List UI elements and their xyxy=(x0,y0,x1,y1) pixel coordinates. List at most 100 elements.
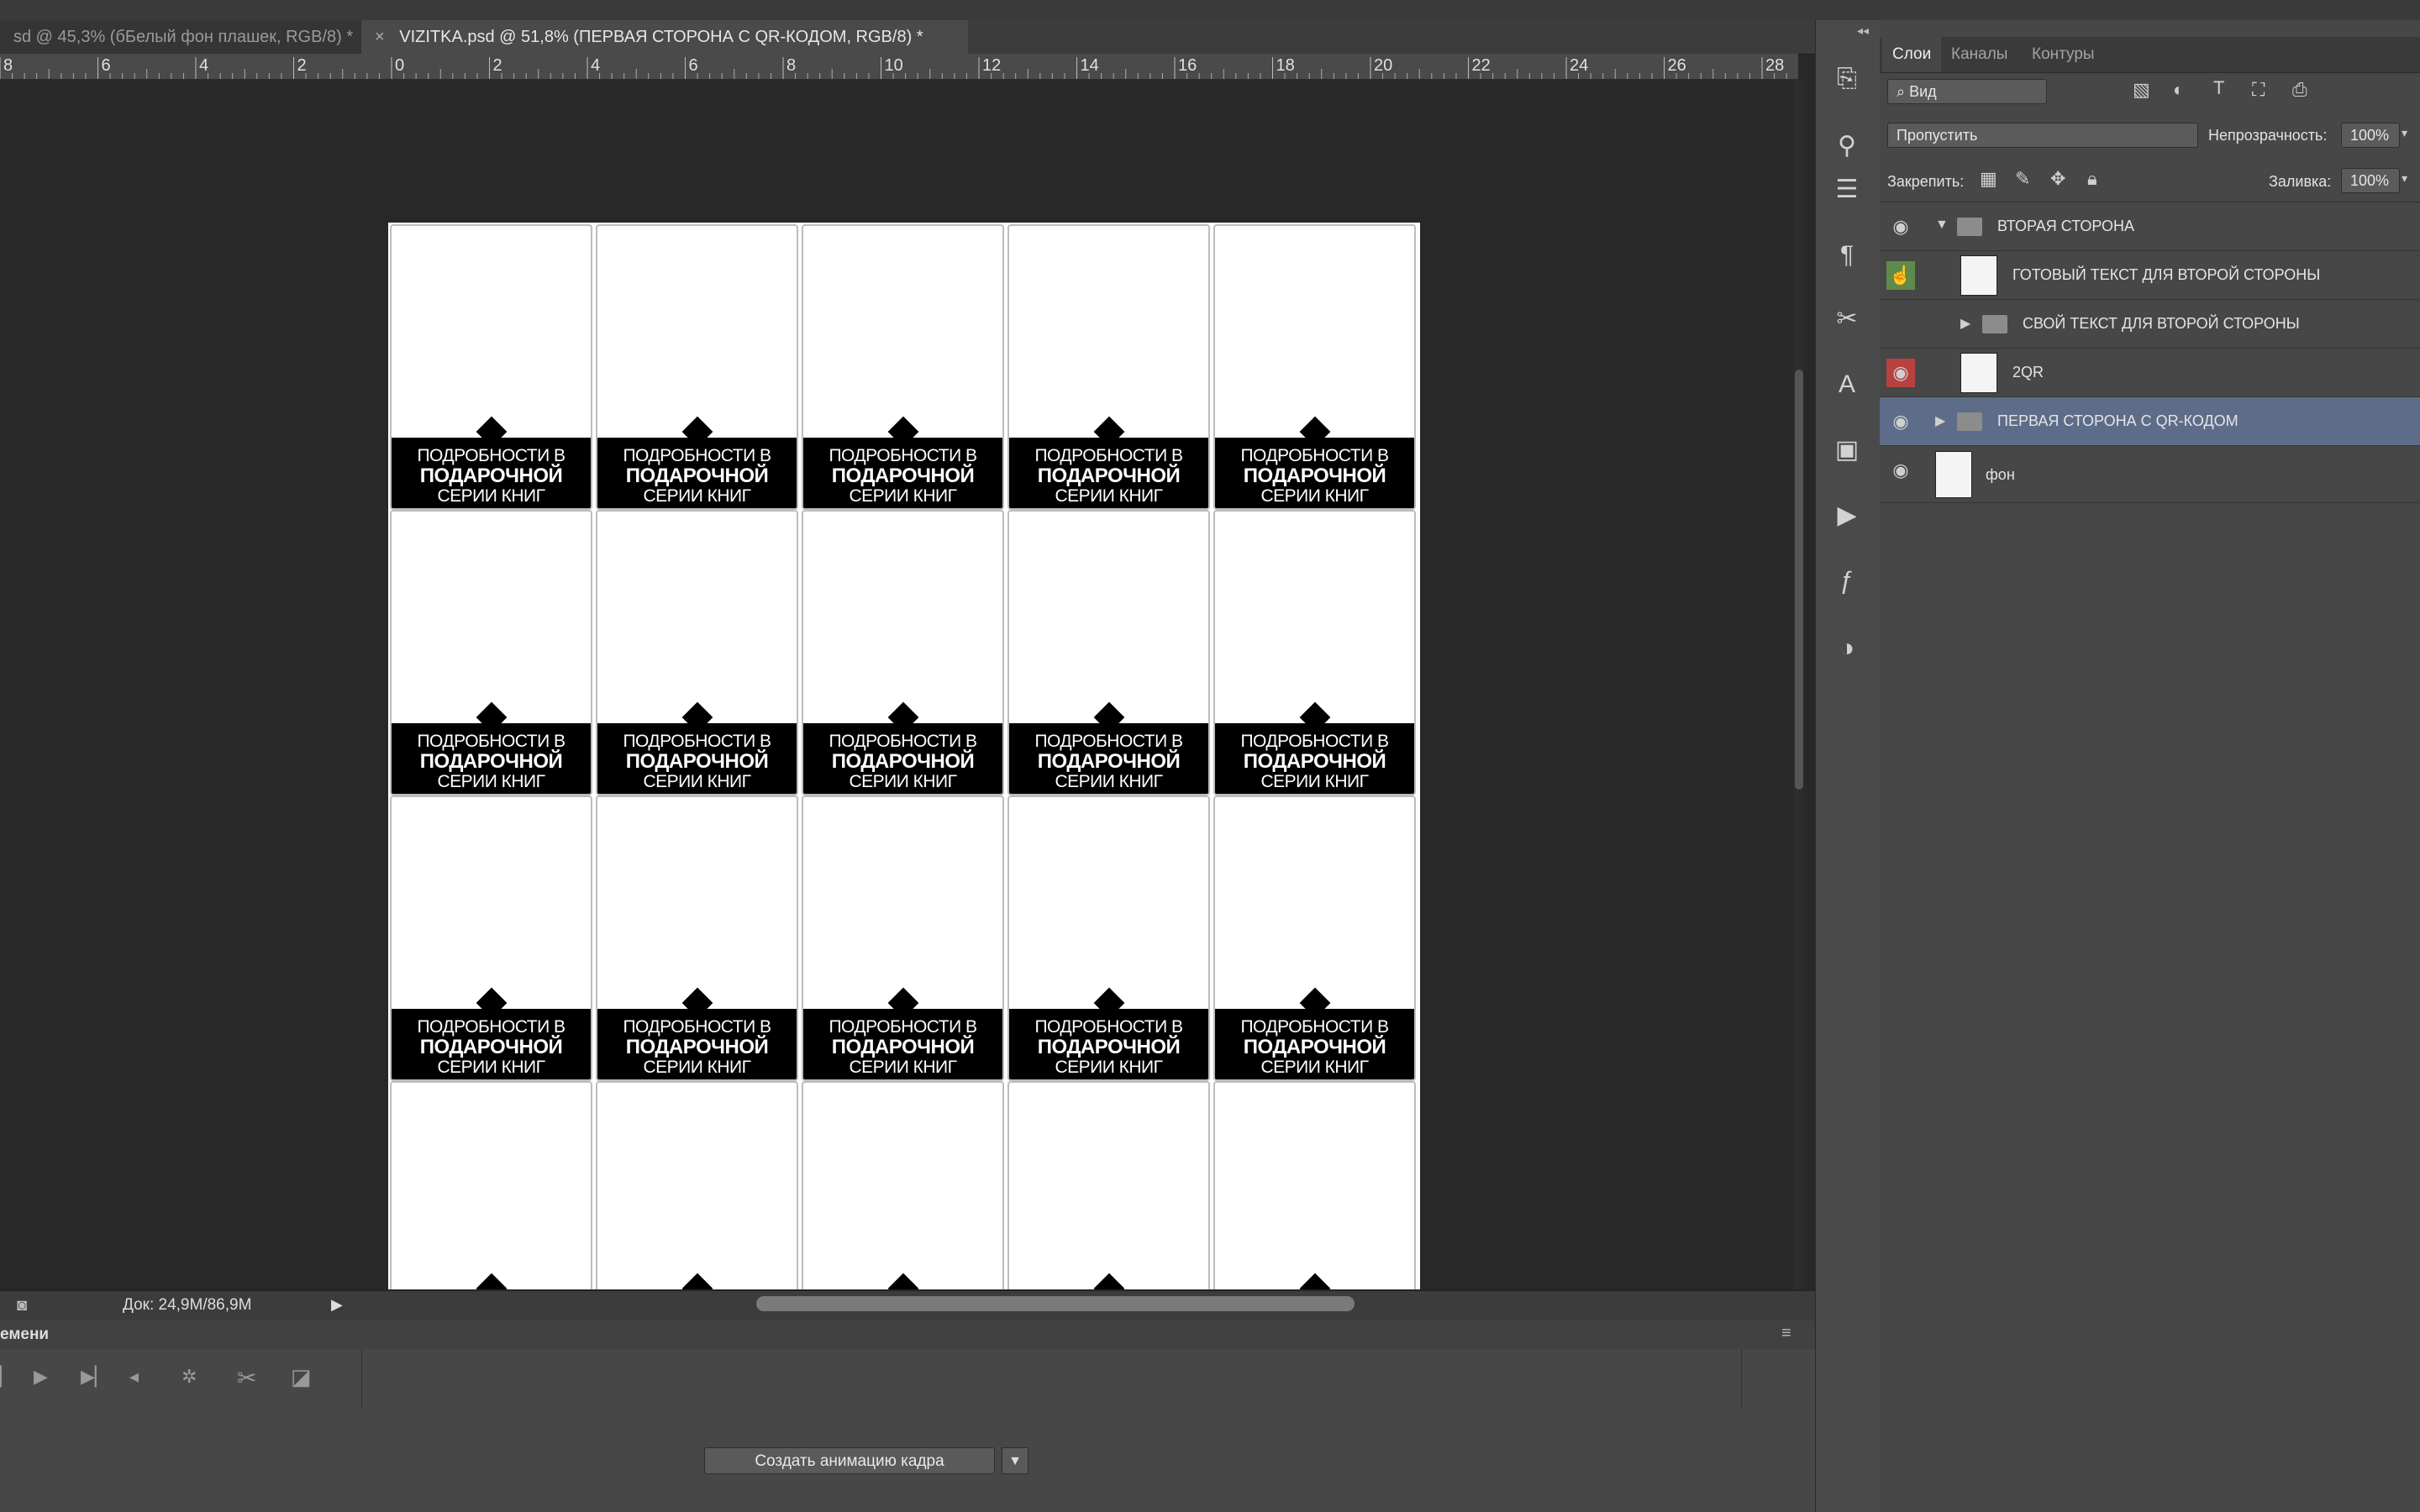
image-filter-icon[interactable]: ▧ xyxy=(2133,79,2150,101)
settings-icon[interactable]: ✲ xyxy=(182,1366,197,1388)
history-icon[interactable]: ⎘ xyxy=(1828,60,1865,97)
layer-name: ГОТОВЫЙ ТЕКСТ ДЛЯ ВТОРОЙ СТОРОНЫ xyxy=(2012,266,2321,283)
card-caption-line2: ПОДАРОЧНОЙ xyxy=(1243,1036,1386,1058)
business-card: ПОДРОБНОСТИ ВПОДАРОЧНОЙСЕРИИ КНИГ xyxy=(802,510,1004,795)
card-caption-line3: СЕРИИ КНИГ xyxy=(437,486,545,506)
card-caption-line1: ПОДРОБНОСТИ В xyxy=(623,1017,771,1037)
first-frame-icon[interactable]: ▏ xyxy=(0,1366,14,1388)
layer-row-smart-object[interactable]: ☝ ГОТОВЫЙ ТЕКСТ ДЛЯ ВТОРОЙ СТОРОНЫ xyxy=(1880,251,2420,300)
business-card: ПОДРОБНОСТИ ВПОДАРОЧНОЙСЕРИИ КНИГ xyxy=(390,1081,592,1289)
camera-icon[interactable]: ◙ xyxy=(17,1296,27,1315)
doc-size-readout: Док: 24,9M/86,9M xyxy=(123,1296,252,1314)
card-caption-line3: СЕРИИ КНИГ xyxy=(1260,1058,1369,1077)
card-caption-line2: ПОДАРОЧНОЙ xyxy=(419,750,563,773)
business-card: ПОДРОБНОСТИ ВПОДАРОЧНОЙСЕРИИ КНИГ xyxy=(802,1081,1004,1289)
ruler-label: 16 xyxy=(1178,56,1197,75)
adjustment-filter-icon[interactable]: ◐ xyxy=(2173,79,2184,101)
chevron-down-icon[interactable]: ▼ xyxy=(1002,1447,1028,1474)
card-caption-line1: ПОДРОБНОСТИ В xyxy=(829,732,977,751)
options-bar xyxy=(0,0,2420,21)
document-tab-active[interactable]: × VIZITKA.psd @ 51,8% (ПЕРВАЯ СТОРОНА С … xyxy=(361,20,968,54)
fx-icon[interactable]: ƒ xyxy=(1828,563,1865,600)
chevron-down-icon[interactable]: ▾ xyxy=(2402,171,2407,186)
tab-layers[interactable]: Слои xyxy=(1882,37,1942,72)
scissors-icon[interactable]: ✂ xyxy=(237,1364,256,1392)
tab-channels[interactable]: Каналы xyxy=(1941,37,2018,72)
close-icon[interactable]: × xyxy=(375,28,385,46)
layer-row-smart-object[interactable]: ◉ 2QR xyxy=(1880,349,2420,397)
paragraph-icon[interactable]: ¶ xyxy=(1828,237,1865,274)
shape-filter-icon[interactable]: ⛶ xyxy=(2252,79,2265,101)
play-icon[interactable]: ▶ xyxy=(331,1296,343,1314)
fill-field[interactable]: 100% xyxy=(2341,168,2400,193)
visibility-eye-icon[interactable]: ◉ xyxy=(1886,310,1915,339)
transition-icon[interactable]: ◪ xyxy=(291,1364,312,1390)
card-caption-line1: ПОДРОБНОСТИ В xyxy=(417,1017,566,1037)
type-filter-icon[interactable]: T xyxy=(2213,77,2224,99)
collapse-icon[interactable]: ◂◂ xyxy=(1857,24,1869,38)
character-icon[interactable]: A xyxy=(1828,366,1865,403)
visibility-eye-icon[interactable]: ◉ xyxy=(1886,456,1915,485)
expand-arrow-icon[interactable]: ▼ xyxy=(1935,218,1949,233)
folder-icon xyxy=(1957,218,1982,236)
expand-arrow-icon[interactable]: ▶ xyxy=(1960,315,1970,332)
card-caption-line3: СЕРИИ КНИГ xyxy=(1260,772,1369,791)
ruler-label: 8 xyxy=(3,56,13,75)
blend-mode-select[interactable]: Пропустить xyxy=(1887,123,2198,148)
lock-transparency-icon[interactable]: ▦ xyxy=(1980,168,1997,190)
visibility-eye-icon[interactable]: ◉ xyxy=(1886,407,1915,436)
smart-object-filter-icon[interactable]: ⎙ xyxy=(2292,79,2307,101)
card-caption-line3: СЕРИИ КНИГ xyxy=(1055,772,1163,791)
adjustments-icon[interactable]: ☰ xyxy=(1828,171,1865,208)
lock-pixels-icon[interactable]: ✎ xyxy=(2015,168,2030,190)
create-frame-animation-button[interactable]: Создать анимацию кадра xyxy=(704,1447,995,1474)
lock-all-icon[interactable]: 🔒︎ xyxy=(2087,168,2097,190)
visibility-eye-icon[interactable]: ◉ xyxy=(1886,213,1915,241)
ruler-label: 10 xyxy=(885,56,903,75)
card-caption-line2: ПОДАРОЧНОЙ xyxy=(831,465,975,487)
styles-icon[interactable]: ▣ xyxy=(1828,432,1865,469)
business-card: ПОДРОБНОСТИ ВПОДАРОЧНОЙСЕРИИ КНИГ xyxy=(390,510,592,795)
business-card: ПОДРОБНОСТИ ВПОДАРОЧНОЙСЕРИИ КНИГ xyxy=(1213,224,1416,510)
layer-row-background[interactable]: ◉ фон xyxy=(1880,446,2420,503)
brush-presets-icon[interactable]: ⚲ xyxy=(1828,128,1865,165)
card-caption-band: ПОДРОБНОСТИ В ПОДАРОЧНОЙ СЕРИИ КНИГ xyxy=(803,723,1002,794)
next-frame-icon[interactable]: ▶▏ xyxy=(81,1366,109,1388)
card-caption-band: ПОДРОБНОСТИ В ПОДАРОЧНОЙ СЕРИИ КНИГ xyxy=(1009,723,1208,794)
timeline-controls: ▏ ▶ ▶▏ ◂ ✲ ✂ ◪ xyxy=(0,1349,1815,1410)
card-caption-line3: СЕРИИ КНИГ xyxy=(643,1058,751,1077)
lock-position-icon[interactable]: ✥ xyxy=(2050,168,2065,190)
actions-play-icon[interactable]: ▶ xyxy=(1828,497,1865,534)
card-caption-band: ПОДРОБНОСТИ В ПОДАРОЧНОЙ СЕРИИ КНИГ xyxy=(597,438,797,508)
expand-arrow-icon[interactable]: ▶ xyxy=(1935,412,1945,429)
play-icon[interactable]: ▶ xyxy=(34,1366,48,1388)
horizontal-scroll-thumb[interactable] xyxy=(756,1296,1355,1311)
layer-filter-select[interactable]: ⌕ Вид xyxy=(1887,79,2047,104)
business-card: ПОДРОБНОСТИ ВПОДАРОЧНОЙСЕРИИ КНИГ xyxy=(1213,1081,1416,1289)
vertical-scroll-thumb[interactable] xyxy=(1795,370,1803,790)
business-card: ПОДРОБНОСТИ ВПОДАРОЧНОЙСЕРИИ КНИГ xyxy=(1007,795,1210,1081)
card-caption-line3: СЕРИИ КНИГ xyxy=(1260,486,1369,506)
document-tab-inactive[interactable]: sd @ 45,3% (бБелый фон плашек, RGB/8) * xyxy=(0,20,378,54)
visibility-eye-icon[interactable]: ☝ xyxy=(1886,261,1915,290)
card-notch xyxy=(887,1273,918,1289)
layer-row-group[interactable]: ◉ ▶ СВОЙ ТЕКСТ ДЛЯ ВТОРОЙ СТОРОНЫ xyxy=(1880,300,2420,349)
layer-row-group[interactable]: ◉ ▼ ВТОРАЯ СТОРОНА xyxy=(1880,202,2420,251)
ruler-label: 6 xyxy=(102,56,111,75)
canvas-area[interactable]: ПОДРОБНОСТИ В ПОДАРОЧНОЙ СЕРИИ КНИГ ПОДРОБН… xyxy=(0,80,1798,1289)
panel-menu-icon[interactable]: ≡ xyxy=(1781,1324,1791,1343)
opacity-label: Непрозрачность: xyxy=(2208,127,2328,144)
audio-icon[interactable]: ◂ xyxy=(129,1366,139,1388)
visibility-eye-icon[interactable]: ◉ xyxy=(1886,359,1915,387)
card-caption-line2: ПОДАРОЧНОЙ xyxy=(1243,750,1386,773)
color-icon[interactable]: ◑ xyxy=(1828,630,1865,667)
business-card: ПОДРОБНОСТИ ВПОДАРОЧНОЙСЕРИИ КНИГ xyxy=(802,795,1004,1081)
chevron-down-icon[interactable]: ▾ xyxy=(2402,126,2407,140)
folder-icon xyxy=(1982,315,2007,333)
tab-paths[interactable]: Контуры xyxy=(2022,37,2105,72)
layer-row-group-selected[interactable]: ◉ ▶ ПЕРВАЯ СТОРОНА С QR-КОДОМ xyxy=(1880,397,2420,446)
opacity-field[interactable]: 100% xyxy=(2341,123,2400,148)
artboard[interactable]: ПОДРОБНОСТИ В ПОДАРОЧНОЙ СЕРИИ КНИГ ПОДРОБН… xyxy=(388,223,1420,1289)
tools-icon[interactable]: ✂ xyxy=(1828,301,1865,338)
business-card: ПОДРОБНОСТИ ВПОДАРОЧНОЙСЕРИИ КНИГ xyxy=(1213,795,1416,1081)
